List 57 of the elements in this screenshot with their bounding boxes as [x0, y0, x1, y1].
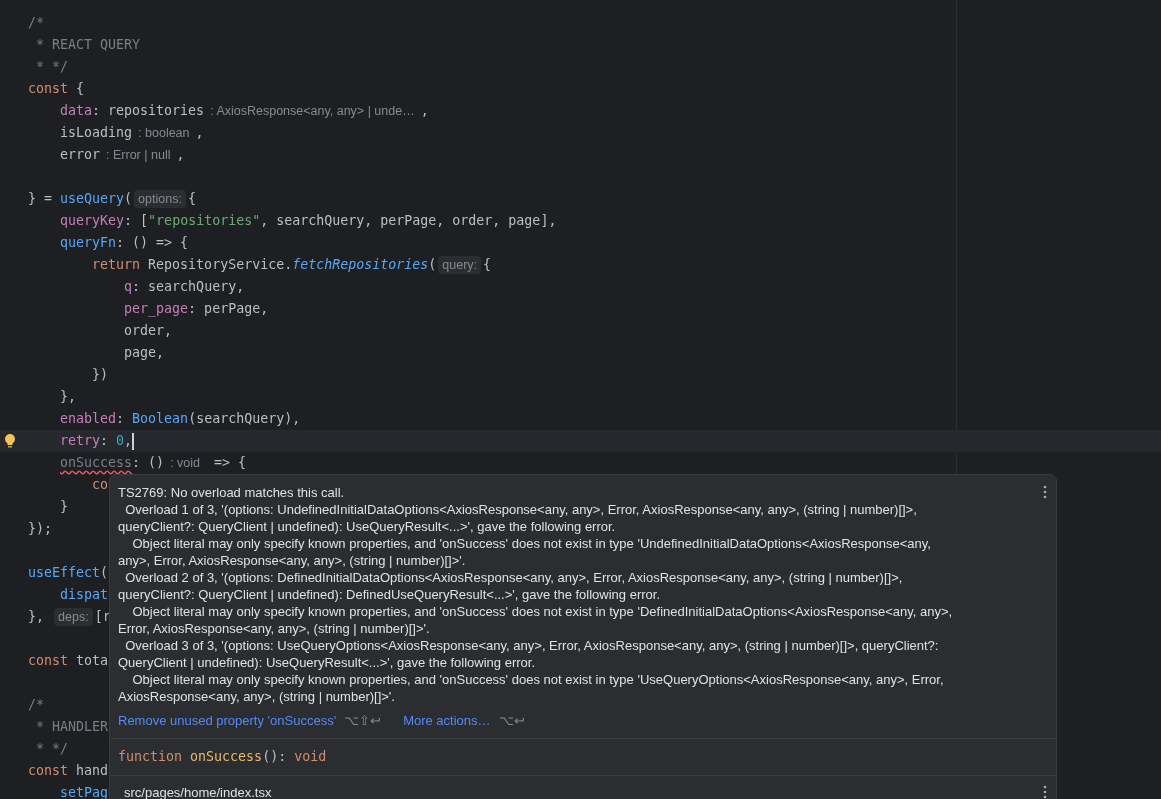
inlay-hint: query: — [438, 256, 482, 274]
code-text: * HANDLER — [35, 718, 109, 736]
code-text: queryFn: () => { — [59, 234, 189, 252]
code-text: , — [176, 146, 185, 164]
file-path: src/pages/home/index.tsx — [124, 784, 272, 799]
code-text: order, — [123, 322, 173, 340]
inlay-hint: : boolean — [138, 125, 190, 142]
code-text: [r — [94, 608, 111, 626]
code-text: * */ — [35, 58, 69, 76]
lightbulb-icon[interactable] — [4, 433, 16, 449]
code-text: page, — [123, 344, 165, 362]
inlay-hint: : void — [170, 455, 200, 472]
code-text: }, — [59, 388, 77, 406]
code-text: onSuccess: () — [59, 454, 165, 472]
code-text: /* — [28, 14, 44, 32]
code-text: }, — [28, 608, 45, 626]
shortcut-hint: ⌥↩ — [498, 712, 525, 728]
quick-fix-link[interactable]: More actions… — [403, 712, 491, 728]
code-text: , — [195, 124, 204, 142]
code-text: error — [59, 146, 101, 164]
code-text: per_page: perPage, — [123, 300, 269, 319]
quick-fix-link[interactable]: Remove unused property 'onSuccess' — [118, 712, 337, 728]
code-text: } — [59, 498, 69, 516]
code-text: enabled: Boolean(searchQuery), — [59, 410, 301, 428]
code-text: }) — [91, 366, 109, 384]
inlay-hint: deps: — [54, 608, 93, 626]
code-text: q: searchQuery, — [123, 278, 245, 296]
code-text: * REACT QUERY — [35, 36, 141, 54]
code-text: setPag — [59, 784, 109, 799]
code-text: => { — [213, 454, 247, 472]
code-text: retry: 0, — [59, 432, 133, 450]
code-text: /* — [28, 696, 44, 714]
code-text: }); — [28, 520, 53, 538]
code-text: { — [187, 190, 196, 208]
code-text: * */ — [35, 740, 69, 758]
code-text: } = useQuery( — [28, 190, 133, 208]
code-text: useEffect( — [28, 564, 109, 582]
shortcut-hint: ⌥⇧↩ — [344, 712, 382, 728]
code-text: data: repositories — [59, 102, 205, 120]
inlay-hint: options: — [134, 190, 186, 208]
code-text: isLoading — [59, 124, 133, 142]
text-caret — [132, 432, 135, 450]
code-text: { — [483, 256, 492, 274]
code-text: const { — [28, 80, 85, 98]
more-options-icon[interactable] — [1043, 485, 1047, 499]
more-options-icon[interactable] — [1043, 785, 1047, 799]
code-text: co — [91, 476, 109, 494]
code-text: queryKey: ["repositories", searchQuery, perPage, order, page], — [59, 212, 557, 230]
code-text: const tota — [28, 652, 109, 670]
code-text: dispat — [59, 586, 109, 604]
code-text: return RepositoryService.fetchRepositories( — [91, 256, 437, 274]
inlay-hint: : Error | null — [106, 147, 171, 164]
code-text: , — [420, 102, 429, 120]
code-text: const hand — [28, 762, 109, 780]
function-signature: function onSuccess(): void — [110, 739, 1056, 776]
inlay-hint: : AxiosResponse<any, any> | unde… — [210, 103, 415, 120]
error-message: TS2769: No overload matches this call. Overload 1 of 3, '(options: UndefinedInitialDataOptions<AxiosResponse<any, any>, Error, AxiosResponse<any, any>, (string | number)[]>, queryClient?: QueryClient | undefined): UseQueryResult<...>', gave the following error. Object literal may only specify known properties, and 'onSuccess' does not exist in type 'UndefinedInitialDataOptions<AxiosResponse<any, any>, Error, AxiosResponse<any, any>, (string | number)[]>'. Overload 2 of 3, '(options: DefinedInitialDataOptions<AxiosResponse<any, any>, Error, AxiosResponse<any, any>, (string | number)[]>, queryClient?: QueryClient | undefined): DefinedUseQueryResult<...>', gave the following error. Object literal may only specify known properties, and 'onSuccess' does not exist in type 'DefinedInitialDataOptions<AxiosResponse<any, any>, Error, AxiosResponse<any, any>, (string | number)[]>'. Overload 3 of 3, '(options: UseQueryOptions<AxiosResponse<any, any>, Error, AxiosResponse<any, any>, (string | number)[]>, queryClient?: QueryClient | undefined): UseQueryResult<...>', gave the following error. Object literal may only specify known properties, and 'onSuccess' does not exist in type 'UseQueryOptions<AxiosResponse<any, any>, Error, AxiosResponse<any, any>, (string | number)[]>'. — [118, 484, 954, 705]
